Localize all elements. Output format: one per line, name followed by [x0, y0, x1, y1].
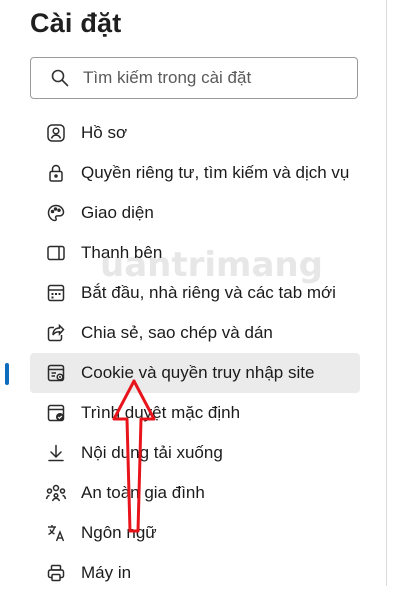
nav-item-label: Nội dung tải xuống [81, 443, 223, 462]
nav-item-appearance[interactable]: Giao diện [30, 193, 360, 233]
nav-item-label: Cookie và quyền truy nhập site [81, 363, 315, 382]
selection-indicator [5, 363, 9, 385]
nav-item-label: Quyền riêng tư, tìm kiếm và dịch vụ [81, 163, 350, 182]
nav-item-privacy[interactable]: Quyền riêng tư, tìm kiếm và dịch vụ [30, 153, 360, 193]
cookie-permissions-icon [44, 361, 68, 385]
nav-item-label: Ngôn ngữ [81, 523, 157, 542]
nav-item-sidebar[interactable]: Thanh bên [30, 233, 360, 273]
download-icon [44, 441, 68, 465]
search-box[interactable] [30, 57, 358, 99]
nav-item-cookies[interactable]: Cookie và quyền truy nhập site [5, 353, 360, 393]
nav-item-label: An toàn gia đình [81, 483, 205, 502]
settings-nav: Hồ sơ Quyền riêng tư, tìm kiếm và dịch v… [5, 113, 360, 593]
nav-item-downloads[interactable]: Nội dung tải xuống [30, 433, 360, 473]
start-page-icon [44, 281, 68, 305]
search-input[interactable] [81, 67, 335, 89]
printer-icon [44, 561, 68, 585]
nav-item-label: Hồ sơ [81, 123, 128, 142]
nav-item-profiles[interactable]: Hồ sơ [30, 113, 360, 153]
language-icon [44, 521, 68, 545]
nav-item-printers[interactable]: Máy in [30, 553, 360, 593]
nav-item-label: Bắt đầu, nhà riêng và các tab mới [81, 283, 336, 302]
nav-item-share[interactable]: Chia sẻ, sao chép và dán [30, 313, 360, 353]
palette-icon [44, 201, 68, 225]
nav-item-label: Chia sẻ, sao chép và dán [81, 323, 273, 342]
search-icon [49, 67, 71, 89]
nav-item-label: Trình duyệt mặc định [81, 403, 241, 422]
sidebar-icon [44, 241, 68, 265]
page-title: Cài đặt [30, 8, 122, 38]
nav-item-family[interactable]: An toàn gia đình [30, 473, 360, 513]
panel-divider [386, 0, 387, 586]
nav-item-default-browser[interactable]: Trình duyệt mặc định [30, 393, 360, 433]
profile-icon [44, 121, 68, 145]
nav-item-languages[interactable]: Ngôn ngữ [30, 513, 360, 553]
nav-item-label: Giao diện [81, 203, 154, 222]
nav-item-start-page[interactable]: Bắt đầu, nhà riêng và các tab mới [30, 273, 360, 313]
default-browser-icon [44, 401, 68, 425]
family-icon [44, 481, 68, 505]
lock-icon [44, 161, 68, 185]
nav-item-label: Thanh bên [81, 243, 163, 262]
share-icon [44, 321, 68, 345]
nav-item-label: Máy in [81, 563, 132, 582]
